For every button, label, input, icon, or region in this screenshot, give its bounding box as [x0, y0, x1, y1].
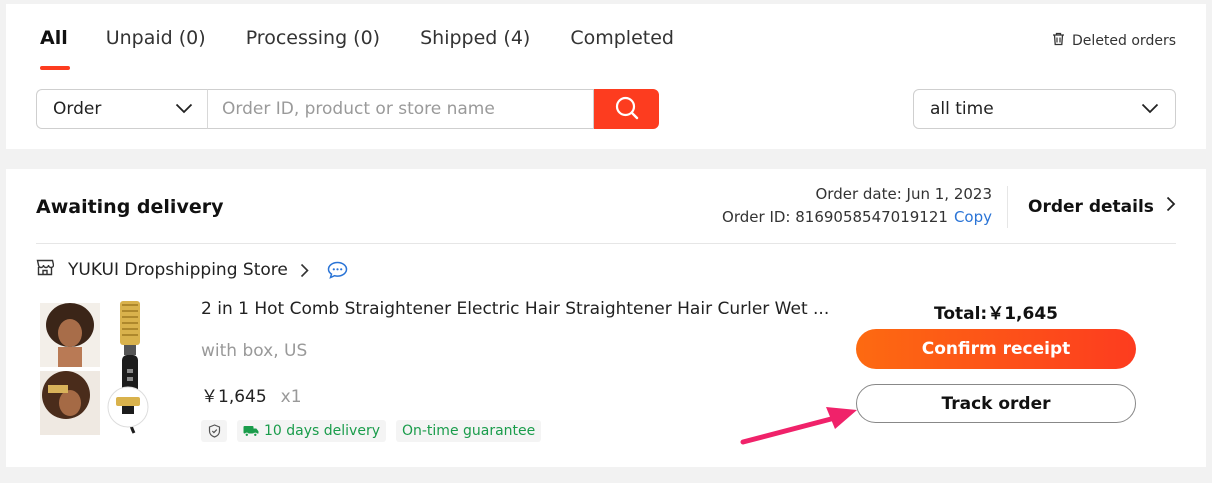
order-tabs: All Unpaid (0) Processing (0) Shipped (4… [40, 27, 714, 70]
order-details-label: Order details [1028, 196, 1154, 217]
chat-icon[interactable] [327, 261, 348, 279]
deleted-orders-label: Deleted orders [1072, 33, 1176, 49]
product-price-row: ￥1,645 x1 [201, 382, 302, 407]
order-filter-panel: All Unpaid (0) Processing (0) Shipped (4… [6, 4, 1206, 149]
search-icon [614, 95, 640, 124]
product-variant: with box, US [201, 341, 308, 361]
search-type-select[interactable]: Order [36, 89, 207, 129]
tab-all[interactable]: All [40, 27, 70, 70]
delivery-tag: 10 days delivery [237, 420, 386, 442]
order-status: Awaiting delivery [36, 196, 224, 218]
guarantee-tag: On-time guarantee [395, 420, 542, 442]
tab-shipped[interactable]: Shipped (4) [420, 27, 530, 49]
order-id: Order ID: 8169058547019121 [722, 208, 948, 226]
store-row: YUKUI Dropshipping Store [36, 259, 348, 281]
confirm-receipt-button[interactable]: Confirm receipt [856, 329, 1136, 369]
search-input[interactable] [207, 89, 594, 129]
divider [36, 243, 1176, 244]
divider [1007, 186, 1008, 228]
order-total: Total:￥1,645 [933, 304, 1058, 324]
store-name-link[interactable]: YUKUI Dropshipping Store [68, 260, 288, 280]
order-card: Awaiting delivery Order date: Jun 1, 202… [6, 169, 1206, 467]
order-id-row: Order ID: 8169058547019121 Copy [722, 206, 992, 229]
store-icon [36, 259, 55, 281]
shield-icon [201, 420, 227, 442]
order-date: Order date: Jun 1, 2023 [815, 185, 993, 203]
order-search-bar: Order [36, 89, 659, 129]
tab-unpaid[interactable]: Unpaid (0) [106, 27, 206, 49]
delivery-tag-label: 10 days delivery [264, 423, 380, 439]
search-button[interactable] [594, 89, 659, 129]
deleted-orders-link[interactable]: Deleted orders [1052, 32, 1176, 50]
truck-icon [243, 425, 259, 437]
tab-completed[interactable]: Completed [570, 27, 674, 49]
trash-icon [1052, 32, 1065, 50]
chevron-right-icon [1166, 196, 1176, 217]
track-order-button[interactable]: Track order [856, 384, 1136, 423]
product-thumbnail[interactable] [40, 299, 180, 439]
tab-processing[interactable]: Processing (0) [246, 27, 380, 49]
order-details-link[interactable]: Order details [1028, 196, 1176, 217]
search-type-value: Order [53, 99, 102, 119]
time-range-value: all time [930, 99, 994, 119]
order-meta: Order date: Jun 1, 2023 Order ID: 816905… [722, 183, 992, 229]
chevron-down-icon [175, 99, 193, 119]
copy-order-id-link[interactable]: Copy [954, 208, 992, 226]
chevron-right-icon[interactable] [300, 263, 309, 278]
chevron-down-icon [1141, 99, 1159, 119]
time-range-select[interactable]: all time [913, 89, 1176, 129]
product-tags: 10 days delivery On-time guarantee [201, 420, 542, 442]
product-title-link[interactable]: 2 in 1 Hot Comb Straightener Electric Ha… [201, 299, 829, 319]
product-quantity: x1 [280, 387, 302, 407]
product-price: ￥1,645 [201, 387, 267, 407]
